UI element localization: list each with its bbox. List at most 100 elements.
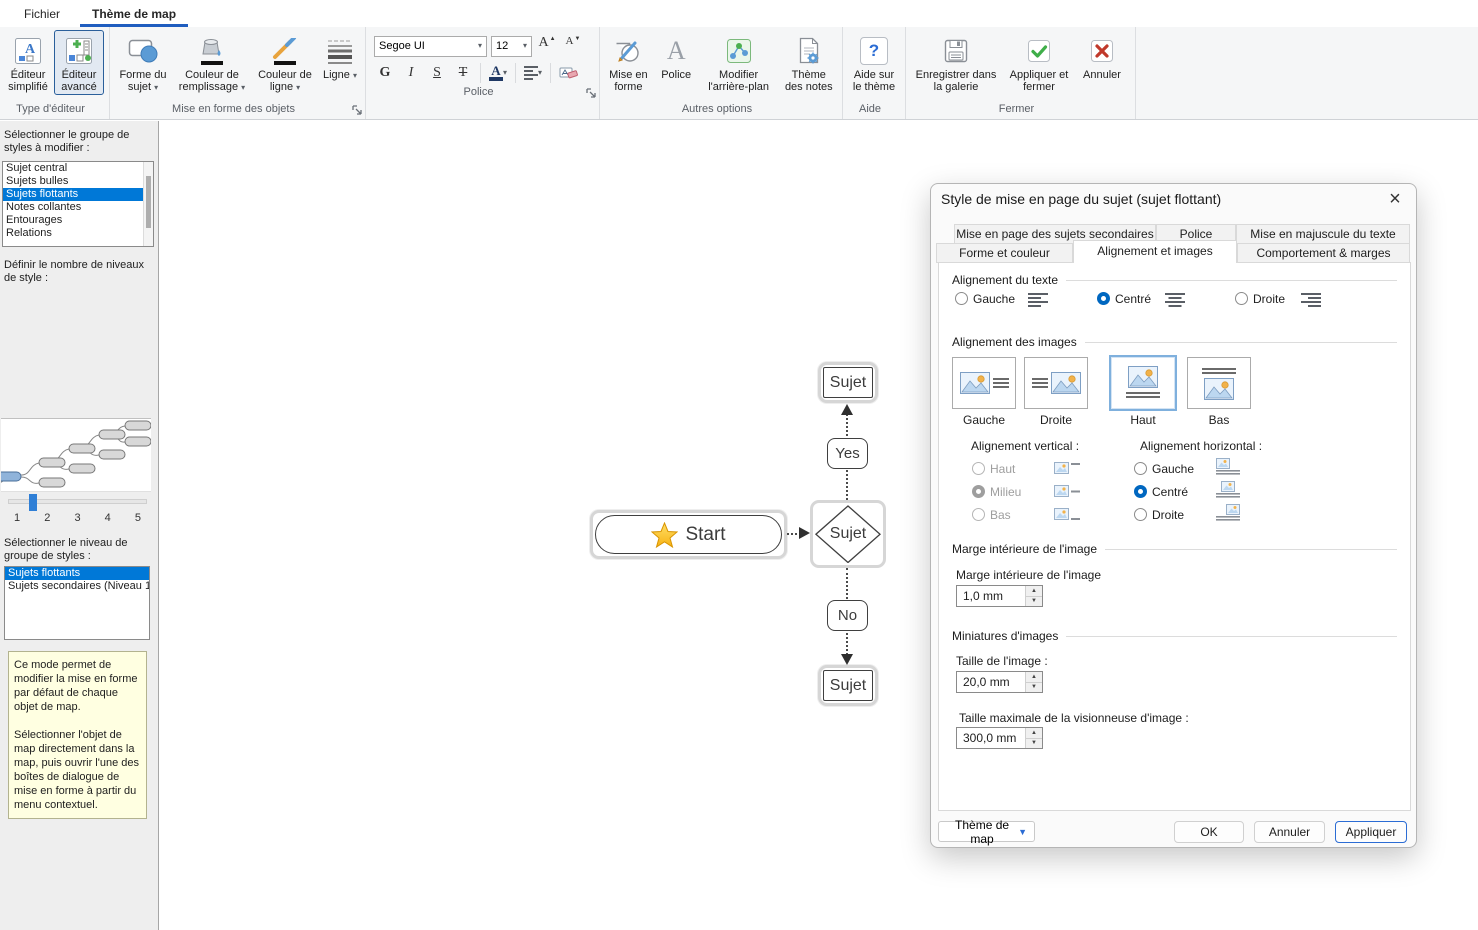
radio-icon-disabled[interactable] <box>972 462 985 475</box>
spin-up-button[interactable]: ▲ <box>1026 728 1042 738</box>
tab-fichier[interactable]: Fichier <box>12 2 72 27</box>
spin-down-button[interactable]: ▼ <box>1026 738 1042 749</box>
horizontal-left-option[interactable]: Gauche <box>1134 461 1194 476</box>
scrollbar-thumb[interactable] <box>146 176 151 228</box>
text-align-center-option[interactable]: Centré <box>1097 291 1151 306</box>
image-size-spinner[interactable]: 20,0 mm ▲ ▼ <box>956 671 1043 693</box>
levels-slider[interactable] <box>8 499 147 504</box>
modifier-arriere-plan-button[interactable]: Modifier l'arrière-plan <box>700 30 778 95</box>
tab-comportement-marges[interactable]: Comportement & marges <box>1237 243 1410 263</box>
image-align-top-button[interactable] <box>1109 355 1177 411</box>
ligne-button[interactable]: Ligne ▾ <box>320 30 360 83</box>
group-label-type-editeur: Type d'éditeur <box>0 101 109 119</box>
ok-button[interactable]: OK <box>1174 821 1244 843</box>
clear-formatting-icon <box>559 66 578 81</box>
enregistrer-galerie-button[interactable]: Enregistrer dans la galerie <box>910 30 1002 95</box>
radio-icon[interactable] <box>1235 292 1248 305</box>
list-item-selected[interactable]: Sujets flottants <box>5 567 149 580</box>
list-item[interactable]: Notes collantes <box>3 201 153 214</box>
style-group-listbox[interactable]: Sujet central Sujets bulles Sujets flott… <box>2 161 154 247</box>
dialog-launcher-icon[interactable] <box>586 87 596 97</box>
text-align-right-icon <box>1299 292 1321 310</box>
decision-node[interactable]: Sujet <box>810 500 886 568</box>
tab-forme-et-couleur[interactable]: Forme et couleur <box>936 243 1073 263</box>
tab-alignement-et-images[interactable]: Alignement et images <box>1073 240 1237 263</box>
list-item-selected[interactable]: Sujets flottants <box>3 188 153 201</box>
editeur-simplifie-button[interactable]: A Éditeur simplifié <box>4 30 52 95</box>
image-align-right-button[interactable] <box>1024 357 1088 409</box>
clear-formatting-button[interactable] <box>557 62 579 84</box>
image-align-left-button[interactable] <box>952 357 1016 409</box>
yes-label-node[interactable]: Yes <box>827 438 868 469</box>
list-item[interactable]: Sujets bulles <box>3 175 153 188</box>
button-label: Couleur de remplissage ▾ <box>177 69 247 93</box>
close-icon[interactable]: × <box>1382 186 1408 212</box>
list-item[interactable]: Relations <box>3 227 153 240</box>
yes-label: Yes <box>835 445 859 462</box>
spin-up-button[interactable]: ▲ <box>1026 672 1042 682</box>
aide-sur-le-theme-button[interactable]: ? Aide sur le thème <box>847 30 901 95</box>
horizontal-align-label: Alignement horizontal : <box>1140 439 1262 453</box>
dialog-launcher-icon[interactable] <box>352 104 362 114</box>
viewer-max-size-value: 300,0 mm <box>957 728 1025 748</box>
italic-button[interactable]: I <box>400 62 422 84</box>
annuler-ribbon-button[interactable]: Annuler <box>1076 30 1128 83</box>
vertical-middle-option[interactable]: Milieu <box>972 484 1021 499</box>
vertical-bottom-option[interactable]: Bas <box>972 507 1011 522</box>
list-item[interactable]: Sujet central <box>3 162 153 175</box>
spin-down-button[interactable]: ▼ <box>1026 682 1042 693</box>
tab-mise-en-majuscule[interactable]: Mise en majuscule du texte <box>1236 224 1410 244</box>
radio-icon-disabled[interactable] <box>972 508 985 521</box>
text-align-left-option[interactable]: Gauche <box>955 291 1015 306</box>
levels-slider-thumb[interactable] <box>29 494 37 511</box>
apply-button[interactable]: Appliquer <box>1335 821 1407 843</box>
spin-up-button[interactable]: ▲ <box>1026 586 1042 596</box>
grow-font-button[interactable]: A▲ <box>536 35 558 57</box>
radio-icon[interactable] <box>1134 462 1147 475</box>
underline-button[interactable]: S <box>426 62 448 84</box>
horizontal-right-option[interactable]: Droite <box>1134 507 1184 522</box>
list-item[interactable]: Sujets secondaires (Niveau 1 + <box>5 580 149 593</box>
button-label: Modifier l'arrière-plan <box>703 69 775 93</box>
image-align-bottom-button[interactable] <box>1187 357 1251 409</box>
viewer-max-size-spinner[interactable]: 300,0 mm ▲ ▼ <box>956 727 1043 749</box>
police-button[interactable]: A Police <box>655 30 698 83</box>
start-node[interactable]: Start <box>590 510 787 559</box>
topic-node-bottom[interactable]: Sujet <box>818 665 878 706</box>
radio-icon-selected[interactable] <box>1134 485 1147 498</box>
chevron-down-icon: ▾ <box>523 42 527 50</box>
topic-node-top[interactable]: Sujet <box>818 362 878 403</box>
no-label-node[interactable]: No <box>827 600 868 631</box>
font-size-combo[interactable]: ▾ <box>491 36 532 57</box>
text-align-right-option[interactable]: Droite <box>1235 291 1285 306</box>
forme-du-sujet-button[interactable]: Forme du sujet ▾ <box>114 30 172 95</box>
editeur-avance-button[interactable]: Éditeur avancé <box>54 30 104 95</box>
spin-down-button[interactable]: ▼ <box>1026 596 1042 607</box>
level-listbox[interactable]: Sujets flottants Sujets secondaires (Niv… <box>4 566 150 640</box>
theme-des-notes-button[interactable]: Thème des notes <box>780 30 838 95</box>
appliquer-et-fermer-button[interactable]: Appliquer et fermer <box>1004 30 1074 95</box>
scrollbar[interactable] <box>143 162 153 246</box>
radio-icon[interactable] <box>955 292 968 305</box>
cancel-button[interactable]: Annuler <box>1254 821 1325 843</box>
radio-icon[interactable] <box>1134 508 1147 521</box>
theme-de-map-dropdown[interactable]: Thème de map ▼ <box>938 821 1035 842</box>
mise-en-forme-button[interactable]: Mise en forme <box>604 30 653 95</box>
shrink-font-button[interactable]: A▼ <box>562 35 584 57</box>
font-color-button[interactable]: A ▾ <box>487 62 509 84</box>
text-align-button[interactable]: ▾ <box>522 62 544 84</box>
font-size-input[interactable] <box>496 40 521 52</box>
radio-icon-selected[interactable] <box>1097 292 1110 305</box>
image-margin-spinner[interactable]: 1,0 mm ▲ ▼ <box>956 585 1043 607</box>
bold-button[interactable]: G <box>374 62 396 84</box>
tab-theme-de-map[interactable]: Thème de map <box>80 2 188 27</box>
font-name-input[interactable] <box>379 40 476 52</box>
font-name-combo[interactable]: ▾ <box>374 36 487 57</box>
couleur-remplissage-button[interactable]: Couleur de remplissage ▾ <box>174 30 250 95</box>
couleur-ligne-button[interactable]: Couleur de ligne ▾ <box>252 30 318 95</box>
horizontal-center-option[interactable]: Centré <box>1134 484 1188 499</box>
vertical-top-option[interactable]: Haut <box>972 461 1015 476</box>
strikethrough-button[interactable]: T <box>452 62 474 84</box>
radio-icon-disabled-selected[interactable] <box>972 485 985 498</box>
list-item[interactable]: Entourages <box>3 214 153 227</box>
